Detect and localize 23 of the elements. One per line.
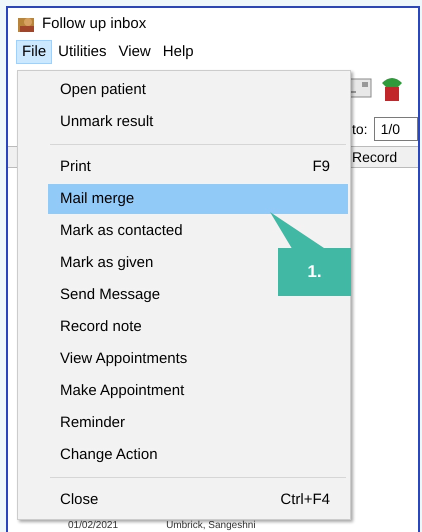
menu-item[interactable]: Mail merge [48, 184, 348, 214]
menu-item[interactable]: Close Ctrl+F4 [48, 485, 348, 515]
table-cell: 01/02/2021 [68, 520, 118, 532]
menu-item[interactable]: Open patient [48, 75, 348, 105]
phone-icon[interactable] [380, 75, 404, 101]
menu-item[interactable]: Print F9 [48, 152, 348, 182]
date-label: to: [352, 120, 368, 138]
menu-item[interactable]: Make Appointment [48, 376, 348, 406]
menu-bar-item[interactable]: File [16, 40, 52, 64]
date-field[interactable]: 1/0 [374, 117, 418, 141]
step-tooltip: 1. [270, 212, 351, 296]
menu-item[interactable]: Record note [48, 312, 348, 342]
menu-item[interactable]: Change Action [48, 440, 348, 470]
shortcut-label: Ctrl+F4 [280, 490, 330, 510]
window-title: Follow up inbox [42, 14, 146, 34]
menu-item[interactable]: Reminder [48, 408, 348, 438]
table-cell: Umbrick, Sangeshni [166, 520, 256, 532]
menu-item[interactable]: View Appointments [48, 344, 348, 374]
menu-bar-item[interactable]: Help [156, 40, 200, 64]
menu-bar-item[interactable]: View [112, 40, 157, 64]
menu-bar-item[interactable]: Utilities [52, 40, 113, 64]
shortcut-label: F9 [312, 156, 330, 177]
menu-item[interactable]: Unmark result [48, 107, 348, 137]
